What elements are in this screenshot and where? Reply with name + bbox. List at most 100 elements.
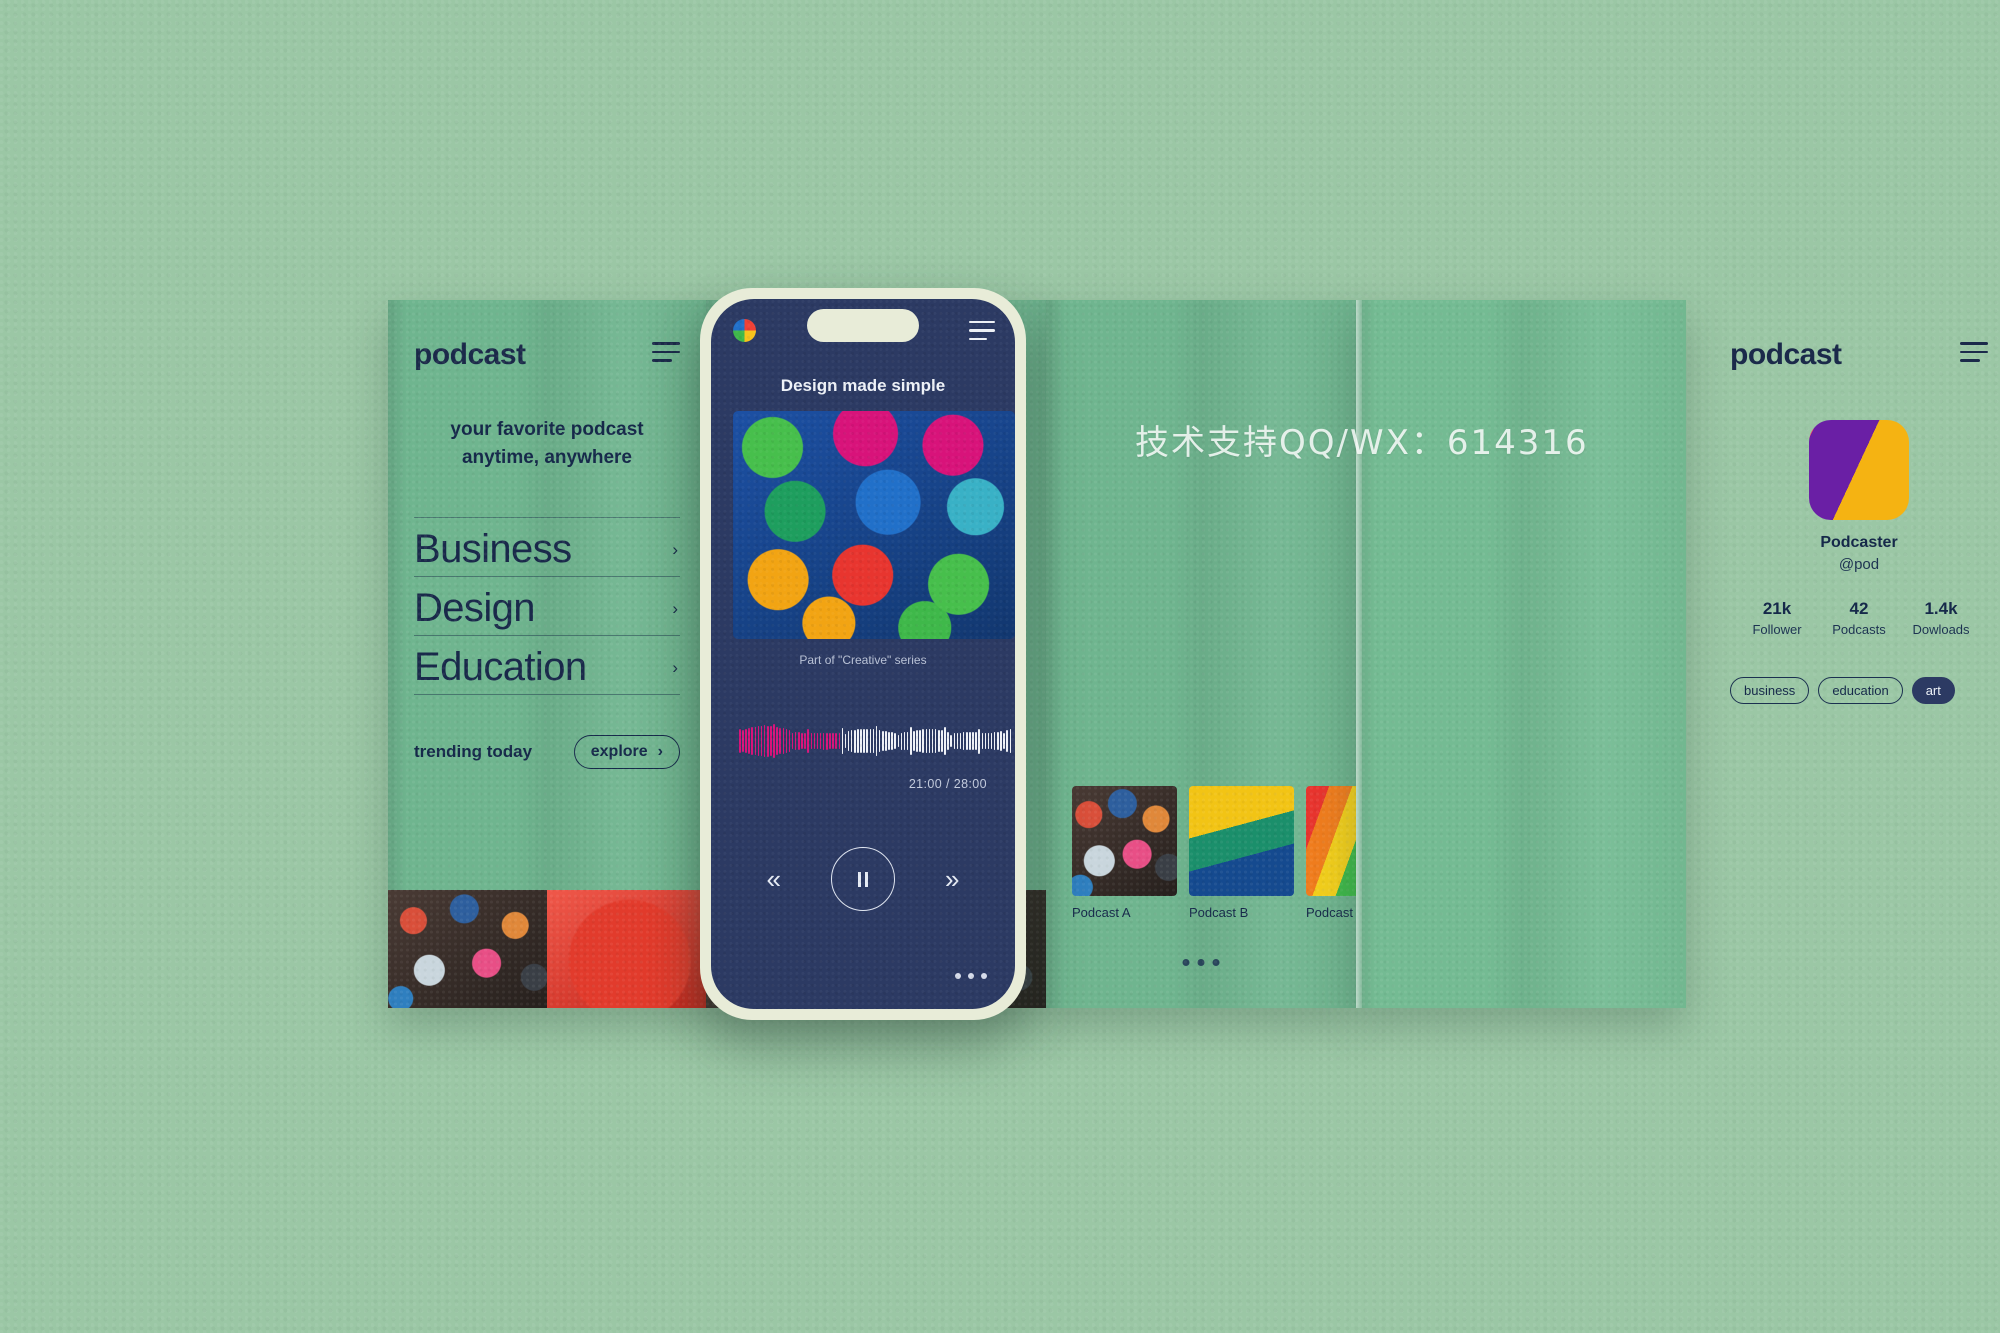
now-playing-title: Design made simple (780, 376, 946, 395)
waveform-bar (938, 729, 940, 753)
trending-row: trending today explore › (414, 735, 680, 770)
waveform-bar (888, 731, 890, 751)
waveform-bar (934, 729, 937, 753)
pager-dot (1197, 959, 1205, 966)
waveform-bar (956, 733, 959, 749)
previous-icon[interactable]: « (767, 864, 781, 895)
podcast-card[interactable]: Podcast B (1189, 786, 1294, 920)
waveform-bar (875, 725, 878, 757)
menu-icon-bar (969, 337, 987, 341)
app-logo-icon (733, 319, 756, 342)
pause-icon (858, 871, 868, 887)
waveform-bar (832, 733, 834, 749)
more-dot (955, 973, 961, 979)
phone-screen: Design made simple Part of "Creative" se… (711, 299, 1015, 1009)
waveform-bar (776, 726, 778, 756)
waveform-bar (925, 729, 928, 753)
tagline-line-1: your favorite podcast (450, 419, 644, 440)
waveform-bar (770, 725, 772, 757)
brand-logo: podcast (414, 338, 526, 371)
profile-handle: @pod (1838, 556, 1880, 573)
podcast-card[interactable]: Podcast A (1072, 786, 1177, 920)
waveform-bar (779, 727, 781, 755)
audio-waveform[interactable] (739, 719, 1012, 763)
pager-dot (1212, 959, 1220, 966)
menu-icon[interactable] (969, 321, 995, 346)
waveform-bar (913, 730, 915, 752)
paper-shading (1356, 300, 1686, 1008)
waveform-bar (928, 729, 931, 753)
waveform-bar (993, 732, 996, 750)
stat-label: Dowloads (1912, 622, 1970, 637)
explore-button[interactable]: explore › (573, 735, 680, 770)
brand-logo: podcast (1730, 338, 1842, 371)
tag-art[interactable]: art (1911, 677, 1955, 704)
waveform-bar (916, 730, 918, 752)
waveform-bar (919, 729, 921, 753)
panel-profile-sheet: podcast Podcaster @pod 21k Follower 42 P… (1046, 300, 1988, 1008)
now-playing-artwork (733, 411, 1015, 639)
podcast-card-label: Podcast B (1189, 905, 1249, 920)
menu-icon-bar (969, 321, 995, 324)
waveform-bar (751, 727, 753, 755)
tag-business[interactable]: business (1730, 677, 1810, 704)
waveform-bar (857, 729, 859, 753)
waveform-bar (860, 728, 862, 754)
waveform-bar (835, 733, 837, 749)
waveform-bar (944, 727, 946, 755)
next-icon[interactable]: » (945, 864, 959, 895)
waveform-bar (878, 730, 881, 752)
category-item-education[interactable]: Education › (414, 635, 680, 696)
waveform-bar (965, 732, 968, 750)
category-label: Education (414, 645, 587, 690)
stat-value: 42 (1849, 599, 1869, 618)
waveform-bar (854, 729, 856, 753)
waveform-bar (869, 728, 872, 754)
menu-icon[interactable] (652, 342, 680, 367)
waveform-bar (1000, 731, 1002, 751)
waveform-bar (866, 728, 868, 754)
category-item-business[interactable]: Business › (414, 517, 680, 576)
waveform-bar (906, 731, 909, 751)
waveform-bar (816, 732, 819, 750)
waveform-bar (847, 730, 850, 752)
paper-fold-line (1356, 300, 1362, 1008)
menu-icon-bar (652, 359, 672, 362)
waveform-bar (807, 728, 809, 754)
waveform-bar (897, 735, 900, 747)
waveform-bar (959, 732, 962, 750)
podcast-card-thumb (1189, 786, 1294, 896)
waveform-bar (773, 724, 775, 758)
waveform-bar (990, 732, 993, 750)
waveform-bar (947, 731, 949, 751)
waveform-bar (788, 730, 791, 752)
waveform-bar (981, 732, 984, 750)
tag-education[interactable]: education (1818, 677, 1903, 704)
trending-thumb-red[interactable] (547, 890, 706, 1008)
menu-icon[interactable] (1960, 342, 1988, 367)
play-pause-button[interactable] (831, 847, 895, 911)
carousel-pager[interactable] (1182, 959, 1220, 966)
waveform-bar (819, 732, 822, 750)
waveform-bar (997, 732, 999, 750)
trending-thumb-caps[interactable] (388, 890, 547, 1008)
menu-icon-bar (652, 342, 680, 345)
trending-label: trending today (414, 742, 533, 762)
waveform-bar (760, 725, 763, 757)
menu-icon-bar (1960, 350, 1988, 354)
more-options-icon[interactable] (955, 973, 987, 979)
podcast-card-thumb (1072, 786, 1177, 896)
waveform-bar (813, 732, 816, 750)
home-tagline: your favorite podcast anytime, anywhere (414, 416, 680, 471)
category-item-design[interactable]: Design › (414, 576, 680, 635)
waveform-bar (872, 729, 875, 753)
stat-label: Follower (1752, 622, 1802, 637)
waveform-bar (953, 733, 956, 749)
waveform-bar (841, 728, 844, 754)
waveform-bar (903, 732, 906, 750)
waveform-bar (972, 732, 974, 750)
waveform-bar (1003, 733, 1005, 749)
waveform-bar (739, 729, 741, 753)
waveform-bar (885, 731, 887, 751)
stat-downloads: 1.4k Dowloads (1900, 599, 1982, 637)
